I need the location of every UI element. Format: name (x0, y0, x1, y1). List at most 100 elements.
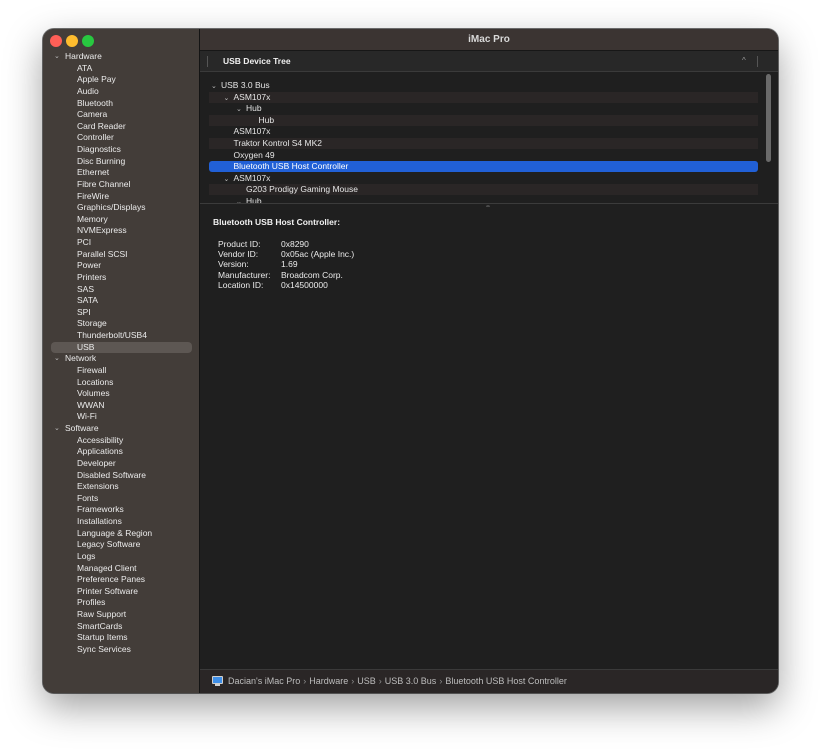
path-bar: Dacian's iMac Pro › Hardware › USB › USB 3.0 B… (200, 669, 778, 693)
sidebar-item-startup-items[interactable]: Startup Items (43, 632, 199, 644)
split-divider[interactable] (200, 203, 778, 204)
sidebar-item-language-region[interactable]: Language & Region (43, 528, 199, 540)
sidebar-item-sas[interactable]: SAS (43, 284, 199, 296)
sidebar-item-installations[interactable]: Installations (43, 516, 199, 528)
breadcrumb-item[interactable]: Bluetooth USB Host Controller (445, 676, 567, 686)
property-key: Product ID: (218, 239, 261, 249)
sidebar-item-ata[interactable]: ATA (43, 63, 199, 75)
sidebar-item-audio[interactable]: Audio (43, 86, 199, 98)
sidebar-item-memory[interactable]: Memory (43, 214, 199, 226)
tree-row[interactable]: Hub (209, 114, 758, 126)
property-list: Product ID: 0x8290 Vendor ID: 0x05ac (Apple… (218, 239, 354, 290)
tree-scrollbar[interactable] (766, 74, 771, 162)
chevron-down-icon[interactable]: ⌄ (54, 423, 60, 435)
property-value: 0x8290 (281, 239, 309, 249)
sidebar-item-spi[interactable]: SPI (43, 307, 199, 319)
sidebar-item-sata[interactable]: SATA (43, 295, 199, 307)
tree-row[interactable]: ⌄ Hub (209, 196, 758, 203)
breadcrumb-item[interactable]: USB 3.0 Bus (385, 676, 437, 686)
sidebar-item-fibre-channel[interactable]: Fibre Channel (43, 179, 199, 191)
sidebar-item-sync-services[interactable]: Sync Services (43, 644, 199, 656)
detail-title: Bluetooth USB Host Controller: (213, 217, 341, 227)
tree-row[interactable]: G203 Prodigy Gaming Mouse (209, 184, 758, 196)
sidebar-item-printers[interactable]: Printers (43, 272, 199, 284)
sidebar-item-developer[interactable]: Developer (43, 458, 199, 470)
sidebar-item-firewall[interactable]: Firewall (43, 365, 199, 377)
tree-row[interactable]: ⌄ ASM107x (209, 173, 758, 184)
sidebar-item-disc-burning[interactable]: Disc Burning (43, 156, 199, 168)
sidebar-item-printer-software[interactable]: Printer Software (43, 586, 199, 598)
sidebar-item-nvmexpress[interactable]: NVMExpress (43, 225, 199, 237)
sidebar-item-disabled-software[interactable]: Disabled Software (43, 470, 199, 482)
zoom-button[interactable] (82, 35, 94, 47)
imac-icon (212, 676, 223, 684)
tree-row-label: ASM107x (233, 172, 271, 183)
sidebar-item-thunderbolt-usb4[interactable]: Thunderbolt/USB4 (43, 330, 199, 342)
sidebar-item-managed-client[interactable]: Managed Client (43, 563, 199, 575)
sidebar-item-firewire[interactable]: FireWire (43, 191, 199, 203)
sidebar-group-software[interactable]: ⌄ Software (43, 423, 199, 435)
breadcrumb: Dacian's iMac Pro › Hardware › USB › USB 3.0 B… (228, 670, 567, 693)
sidebar-item-wi-fi[interactable]: Wi-Fi (43, 411, 199, 423)
sidebar-item-profiles[interactable]: Profiles (43, 597, 199, 609)
close-button[interactable] (50, 35, 62, 47)
breadcrumb-separator-icon: › (351, 676, 355, 686)
minimize-button[interactable] (66, 35, 78, 47)
tree-row[interactable]: ⌄ Hub (209, 103, 758, 114)
sidebar-item-parallel-scsi[interactable]: Parallel SCSI (43, 249, 199, 261)
sort-chevron-up-icon[interactable]: ^ (742, 51, 746, 71)
breadcrumb-item[interactable]: USB (357, 676, 376, 686)
property-row: Manufacturer: Broadcom Corp. (218, 270, 354, 280)
sidebar-item-extensions[interactable]: Extensions (43, 481, 199, 493)
sidebar-item-bluetooth[interactable]: Bluetooth (43, 98, 199, 110)
main-pane: iMac Pro USB Device Tree ^ ⌄ USB 3.0 Bus ⌄… (200, 29, 778, 693)
sidebar-item-accessibility[interactable]: Accessibility (43, 435, 199, 447)
disclosure-chevron-icon[interactable]: ⌄ (224, 174, 234, 185)
tree-row-label: Hub (246, 103, 262, 114)
imac-stand-icon (215, 684, 220, 686)
breadcrumb-item[interactable]: Hardware (309, 676, 348, 686)
sidebar-item-wwan[interactable]: WWAN (43, 400, 199, 412)
sidebar-item-storage[interactable]: Storage (43, 318, 199, 330)
sidebar-item-ethernet[interactable]: Ethernet (43, 167, 199, 179)
tree-row[interactable]: ⌄ USB 3.0 Bus (209, 80, 758, 91)
sidebar-item-legacy-software[interactable]: Legacy Software (43, 539, 199, 551)
sidebar-item-diagnostics[interactable]: Diagnostics (43, 144, 199, 156)
sidebar-item-logs[interactable]: Logs (43, 551, 199, 563)
sidebar-item-fonts[interactable]: Fonts (43, 493, 199, 505)
sidebar-item-frameworks[interactable]: Frameworks (43, 504, 199, 516)
column-header-label: USB Device Tree (223, 56, 291, 66)
sidebar-item-preference-panes[interactable]: Preference Panes (43, 574, 199, 586)
disclosure-chevron-icon[interactable]: ⌄ (236, 104, 246, 115)
tree-row[interactable]: Bluetooth USB Host Controller (209, 161, 758, 173)
sidebar-item-camera[interactable]: Camera (43, 109, 199, 121)
sidebar-item-apple-pay[interactable]: Apple Pay (43, 74, 199, 86)
sidebar-item-controller[interactable]: Controller (43, 132, 199, 144)
sidebar-item-locations[interactable]: Locations (43, 377, 199, 389)
tree-row-label: Hub (246, 196, 262, 203)
sidebar-item-graphics-displays[interactable]: Graphics/Displays (43, 202, 199, 214)
tree-row[interactable]: Oxygen 49 (209, 150, 758, 161)
chevron-down-icon[interactable]: ⌄ (54, 51, 60, 63)
sidebar-item-smartcards[interactable]: SmartCards (43, 621, 199, 633)
disclosure-chevron-icon[interactable]: ⌄ (211, 81, 221, 92)
tree-row[interactable]: ⌄ ASM107x (209, 91, 758, 104)
tree-row[interactable]: Traktor Kontrol S4 MK2 (209, 138, 758, 149)
sidebar-item-applications[interactable]: Applications (43, 446, 199, 458)
sidebar-item-pci[interactable]: PCI (43, 237, 199, 249)
property-key: Vendor ID: (218, 249, 259, 260)
tree-row-label: Oxygen 49 (233, 149, 275, 160)
tree-row[interactable]: ASM107x (209, 126, 758, 137)
column-header[interactable]: USB Device Tree ^ (200, 51, 778, 72)
chevron-down-icon[interactable]: ⌄ (54, 353, 60, 365)
sidebar-item-volumes[interactable]: Volumes (43, 388, 199, 400)
sidebar-item-raw-support[interactable]: Raw Support (43, 609, 199, 621)
sidebar-item-power[interactable]: Power (43, 260, 199, 272)
disclosure-chevron-icon[interactable]: ⌄ (224, 93, 234, 104)
sidebar-item-usb[interactable]: USB (51, 341, 192, 354)
breadcrumb-item[interactable]: Dacian's iMac Pro (228, 676, 300, 686)
sidebar-group-network[interactable]: ⌄ Network (43, 353, 199, 365)
breadcrumb-separator-icon: › (439, 676, 443, 686)
sidebar-group-hardware[interactable]: ⌄ Hardware (43, 51, 199, 63)
sidebar-item-card-reader[interactable]: Card Reader (43, 121, 199, 133)
